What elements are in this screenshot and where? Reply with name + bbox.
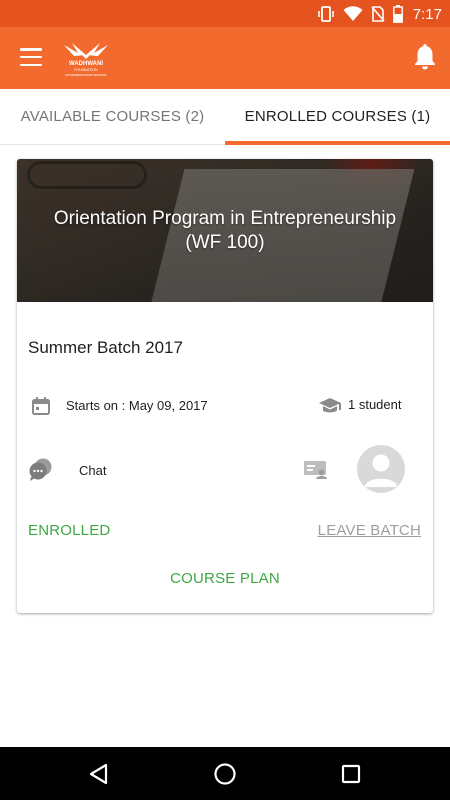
person-icon: [365, 454, 397, 487]
battery-icon: [392, 5, 403, 23]
batch-name: Summer Batch 2017: [28, 338, 183, 357]
menu-icon[interactable]: [20, 48, 42, 66]
course-hero-image: Orientation Program in Entrepreneurship …: [17, 159, 433, 302]
course-title-line2: (WF 100): [185, 232, 265, 253]
avatar[interactable]: [357, 445, 405, 493]
enrollment-status: ENROLLED: [28, 522, 111, 539]
svg-text:ENTREPRENEURSHIP NETWORK: ENTREPRENEURSHIP NETWORK: [65, 73, 107, 77]
course-plan-button[interactable]: COURSE PLAN: [17, 570, 433, 587]
course-title-line1: Orientation Program in Entrepreneurship: [53, 208, 397, 229]
chat-icon[interactable]: [28, 458, 54, 482]
tab-enrolled-courses[interactable]: ENROLLED COURSES (1): [225, 89, 450, 145]
chat-label[interactable]: Chat: [79, 463, 106, 478]
tab-available-courses[interactable]: AVAILABLE COURSES (2): [0, 89, 225, 144]
system-nav-bar: [0, 747, 450, 800]
status-time: 7:17: [412, 5, 442, 23]
svg-text:FOUNDATION: FOUNDATION: [74, 68, 98, 72]
vibrate-icon: [317, 6, 334, 22]
graduation-cap-icon: [319, 398, 341, 413]
id-badge-icon: [304, 461, 327, 479]
svg-text:WADHWANI: WADHWANI: [69, 61, 103, 67]
status-bar: 7:17: [0, 0, 450, 27]
app-bar: WADHWANI FOUNDATION ENTREPRENEURSHIP NET…: [0, 27, 450, 89]
home-icon[interactable]: [212, 761, 238, 787]
student-count: 1 student: [348, 397, 402, 412]
recents-icon[interactable]: [338, 761, 364, 787]
calendar-icon: [32, 397, 50, 415]
status-icons: 7:17: [317, 4, 442, 24]
notifications-bell-icon[interactable]: [412, 43, 438, 71]
course-tabs: AVAILABLE COURSES (2) ENROLLED COURSES (…: [0, 89, 450, 145]
back-icon[interactable]: [86, 761, 112, 787]
course-card: Orientation Program in Entrepreneurship …: [17, 159, 433, 613]
wadhwani-foundation-logo: WADHWANI FOUNDATION ENTREPRENEURSHIP NET…: [64, 43, 108, 77]
no-sim-icon: [371, 6, 385, 22]
wifi-icon: [343, 6, 363, 21]
course-title: Orientation Program in Entrepreneurship …: [17, 207, 433, 255]
leave-batch-button[interactable]: LEAVE BATCH: [318, 522, 421, 539]
batch-start-date: Starts on : May 09, 2017: [66, 398, 208, 413]
